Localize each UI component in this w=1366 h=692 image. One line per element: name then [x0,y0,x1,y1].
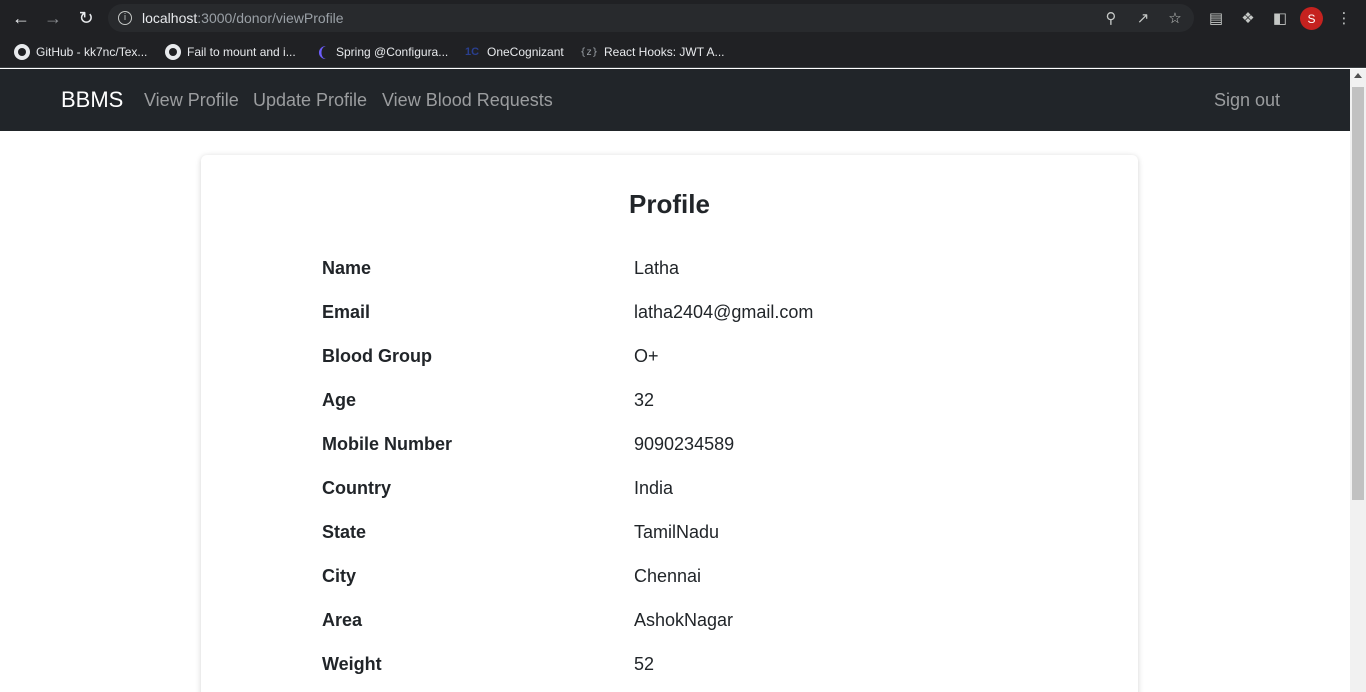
bookmarks-bar: GitHub - kk7nc/Tex... Fail to mount and … [0,36,1366,68]
profile-row-country: Country India [322,478,1022,506]
browser-toolbar: ← → ↻ i localhost:3000/donor/viewProfile… [0,0,1366,36]
scroll-up-arrow-icon[interactable] [1354,73,1362,78]
profile-row-city: City Chennai [322,566,1022,594]
field-label: Country [322,478,391,498]
bookmark-item[interactable]: Fail to mount and i... [165,42,296,62]
sign-out-link[interactable]: Sign out [1214,90,1280,111]
onecognizant-icon: 1C [464,46,480,58]
profile-row-mobile-number: Mobile Number 9090234589 [322,434,1022,462]
url-host: localhost [142,10,198,26]
profile-avatar[interactable]: S [1300,7,1323,30]
profile-row-email: Email latha2404@gmail.com [322,302,1022,330]
field-value: AshokNagar [634,610,734,630]
field-value: TamilNadu [634,522,720,542]
bookmark-item[interactable]: GitHub - kk7nc/Tex... [14,42,147,62]
profile-row-blood-group: Blood Group O+ [322,346,1022,374]
bookmark-label: Spring @Configura... [336,45,449,59]
field-value: Chennai [634,566,702,586]
profile-row-name: Name Latha [322,258,1022,286]
extensions-puzzle-icon[interactable]: ❖ [1237,7,1259,29]
side-panel-icon[interactable]: ◧ [1269,7,1291,29]
profile-card: Profile Name Latha Email latha2404@gmail… [201,155,1138,692]
field-value: India [634,478,674,498]
github-icon [165,44,181,60]
profile-row-age: Age 32 [322,390,1022,418]
field-label: Name [322,258,372,278]
profile-row-state: State TamilNadu [322,522,1022,550]
brand-link[interactable]: BBMS [61,87,123,113]
profile-row-weight: Weight 52 [322,654,1022,682]
field-value: 32 [634,390,655,410]
bookmark-item[interactable]: 1C OneCognizant [463,42,564,62]
reload-icon[interactable]: ↻ [74,6,98,30]
field-value: latha2404@gmail.com [634,302,814,322]
nav-view-profile[interactable]: View Profile [144,90,239,111]
bookmark-label: React Hooks: JWT A... [604,45,725,59]
url-text[interactable]: localhost:3000/donor/viewProfile [142,10,344,26]
nav-update-profile[interactable]: Update Profile [253,90,367,111]
field-label: Age [322,390,357,410]
more-menu-icon[interactable]: ⋮ [1333,7,1355,29]
page-title: Profile [629,189,710,219]
field-value: Latha [634,258,680,278]
github-icon [14,44,30,60]
field-value: O+ [634,346,659,366]
field-label: Mobile Number [322,434,453,454]
nav-view-blood-requests[interactable]: View Blood Requests [382,90,553,111]
bookmark-star-icon[interactable]: ☆ [1166,9,1184,27]
field-label: State [322,522,367,542]
app-navbar: BBMS View Profile Update Profile View Bl… [0,69,1350,131]
field-label: Blood Group [322,346,432,366]
bookmark-label: GitHub - kk7nc/Tex... [36,45,148,59]
bookmark-item[interactable]: ❨ Spring @Configura... [314,42,448,62]
field-label: Area [322,610,363,630]
zoom-icon[interactable]: ⚲ [1102,9,1120,27]
url-path: :3000/donor/viewProfile [197,10,344,26]
address-bar[interactable]: i localhost:3000/donor/viewProfile ⚲ ↗ ☆ [108,4,1194,32]
field-label: Weight [322,654,382,674]
bookmark-label: OneCognizant [487,45,564,59]
share-icon[interactable]: ↗ [1134,9,1152,27]
spring-icon: ❨ [316,43,328,60]
profile-row-area: Area AshokNagar [322,610,1022,638]
field-label: Email [322,302,371,322]
scroll-thumb[interactable] [1352,87,1364,500]
site-info-icon[interactable]: i [118,11,132,25]
forward-arrow-icon[interactable]: → [41,6,65,30]
bookmark-label: Fail to mount and i... [187,45,296,59]
bookmark-item[interactable]: {z} React Hooks: JWT A... [579,42,725,62]
field-label: City [322,566,357,586]
back-arrow-icon[interactable]: ← [9,6,33,30]
page-scrollbar[interactable] [1350,69,1366,692]
code-brace-icon: {z} [579,46,599,58]
extension-chart-icon[interactable]: ▤ [1205,7,1227,29]
field-value: 9090234589 [634,434,735,454]
field-value: 52 [634,654,655,674]
